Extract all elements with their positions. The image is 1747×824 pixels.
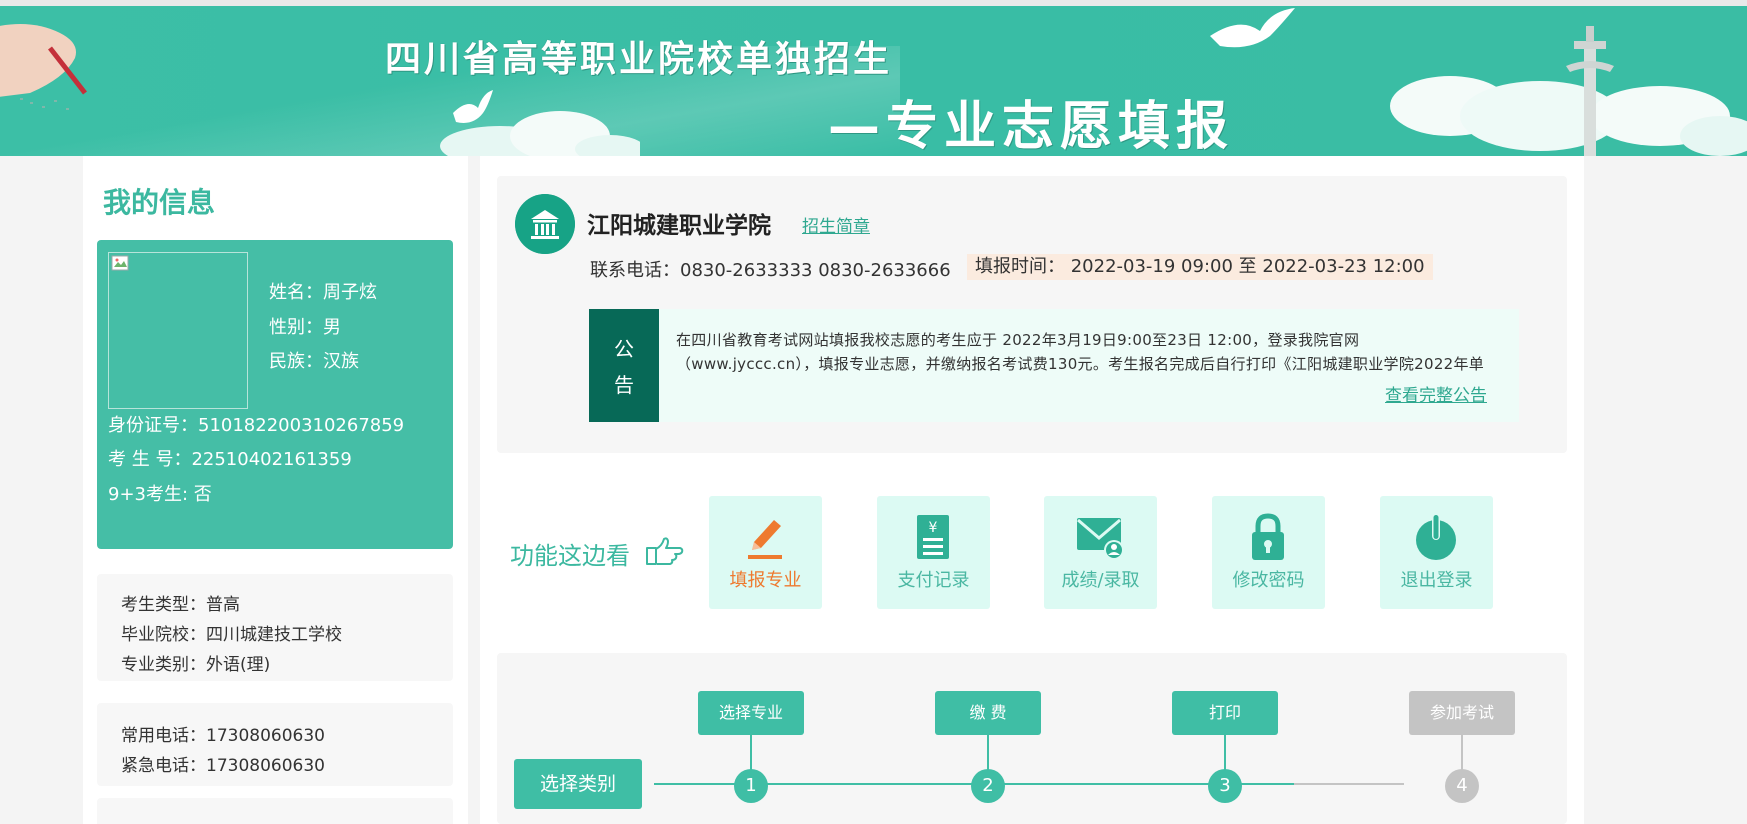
school-name: 江阳城建职业学院 bbox=[587, 213, 771, 239]
school-phone: 联系电话：0830-2633333 0830-2633666 bbox=[590, 260, 951, 281]
major-category: 专业类别：外语(理) bbox=[121, 655, 271, 675]
student-ethnicity: 民族：汉族 bbox=[269, 351, 359, 372]
functions-title: 功能这边看 bbox=[510, 542, 630, 570]
nine-three-status: 9+3考生: 否 bbox=[108, 484, 212, 505]
dove-icon bbox=[1210, 8, 1295, 48]
admission-brochure-link[interactable]: 招生简章 bbox=[802, 212, 870, 237]
lock-icon bbox=[1252, 513, 1284, 560]
major-info-label: 专 业 bbox=[121, 820, 160, 824]
step-print[interactable]: 打印 bbox=[1172, 691, 1278, 735]
student-exam-number: 考 生 号：22510402161359 bbox=[108, 449, 352, 470]
cloud-decoration bbox=[440, 111, 640, 156]
step-connector bbox=[750, 735, 752, 773]
pointing-hand-icon bbox=[646, 537, 684, 565]
view-full-announcement-link[interactable]: 查看完整公告 bbox=[1385, 381, 1487, 406]
progress-line-inactive bbox=[1294, 783, 1404, 785]
receipt-icon: ¥ bbox=[917, 515, 949, 559]
emergency-phone: 紧急电话：17308060630 bbox=[121, 756, 325, 776]
student-photo bbox=[108, 252, 248, 409]
function-label: 填报专业 bbox=[729, 570, 802, 591]
huabiao-pillar-illustration bbox=[1566, 26, 1614, 156]
exam-info-box: 考生类型：普高 毕业院校：四川城建技工学校 专业类别：外语(理) bbox=[97, 574, 453, 681]
logout-button[interactable]: 退出登录 bbox=[1380, 496, 1493, 609]
announcement-tag-char: 公 bbox=[614, 337, 634, 361]
student-gender: 性别：男 bbox=[269, 317, 341, 338]
score-admission-button[interactable]: 成绩/录取 bbox=[1044, 496, 1157, 609]
announcement-text: 在四川省教育考试网站填报我校志愿的考生应于 2022年3月19日9:00至23日… bbox=[676, 331, 1485, 373]
power-icon bbox=[1416, 514, 1456, 560]
hand-writing-illustration bbox=[0, 24, 87, 110]
fill-major-button[interactable]: 填报专业 bbox=[709, 496, 822, 609]
function-label: 修改密码 bbox=[1232, 570, 1305, 591]
step-connector bbox=[987, 735, 989, 773]
school-building-icon bbox=[515, 194, 575, 254]
change-password-button[interactable]: 修改密码 bbox=[1212, 496, 1325, 609]
step-connector bbox=[1461, 735, 1463, 773]
main-panel: 江阳城建职业学院 招生简章 联系电话：0830-2633333 0830-263… bbox=[480, 156, 1584, 824]
step-take-exam: 参加考试 bbox=[1409, 691, 1515, 735]
step-number: 1 bbox=[734, 769, 768, 803]
exam-type: 考生类型：普高 bbox=[121, 595, 240, 615]
banner-title-2: —专业志愿填报 bbox=[828, 97, 1235, 156]
fill-time-badge: 填报时间： 2022-03-19 09:00 至 2022-03-23 12:0… bbox=[967, 254, 1433, 280]
function-label: 成绩/录取 bbox=[1061, 570, 1140, 591]
process-steps: 选择类别 选择专业 1 缴 费 2 打印 3 参加考试 4 bbox=[497, 653, 1567, 824]
header-banner: 四川省高等职业院校单独招生 —专业志愿填报 bbox=[0, 6, 1747, 156]
step-select-major[interactable]: 选择专业 bbox=[698, 691, 804, 735]
step-number: 2 bbox=[971, 769, 1005, 803]
step-connector bbox=[1224, 735, 1226, 773]
payment-records-button[interactable]: ¥ 支付记录 bbox=[877, 496, 990, 609]
profile-card: 姓名：周子炫 性别：男 民族：汉族 身份证号：51018220031026785… bbox=[97, 240, 453, 549]
select-category-button[interactable]: 选择类别 bbox=[514, 759, 642, 809]
mail-user-icon bbox=[1077, 518, 1124, 560]
function-label: 退出登录 bbox=[1400, 570, 1473, 591]
profile-section-title: 我的信息 bbox=[103, 186, 216, 219]
step-payment[interactable]: 缴 费 bbox=[935, 691, 1041, 735]
student-name: 姓名：周子炫 bbox=[269, 282, 377, 303]
school-info-card: 江阳城建职业学院 招生简章 联系电话：0830-2633333 0830-263… bbox=[497, 176, 1567, 453]
profile-panel: 我的信息 姓名：周子炫 性别：男 民族：汉族 身份证号：510182200310… bbox=[83, 156, 468, 824]
announcement-tag: 公 告 bbox=[589, 309, 659, 422]
step-number: 4 bbox=[1445, 769, 1479, 803]
phone-number: 常用电话：17308060630 bbox=[121, 726, 325, 746]
step-number: 3 bbox=[1208, 769, 1242, 803]
announcement-box: 公 告 在四川省教育考试网站填报我校志愿的考生应于 2022年3月19日9:00… bbox=[589, 309, 1519, 422]
major-info-box: 专 业 bbox=[97, 798, 453, 824]
function-label: 支付记录 bbox=[897, 570, 970, 591]
broken-image-icon bbox=[111, 255, 129, 271]
student-id-number: 身份证号：510182200310267859 bbox=[108, 415, 405, 436]
svg-text:¥: ¥ bbox=[929, 520, 938, 536]
announcement-tag-char: 告 bbox=[614, 373, 634, 397]
pencil-icon bbox=[748, 520, 782, 559]
contact-info-box: 常用电话：17308060630 紧急电话：17308060630 bbox=[97, 703, 453, 786]
banner-title-1: 四川省高等职业院校单独招生 bbox=[385, 39, 893, 80]
graduate-school: 毕业院校：四川城建技工学校 bbox=[121, 625, 342, 645]
